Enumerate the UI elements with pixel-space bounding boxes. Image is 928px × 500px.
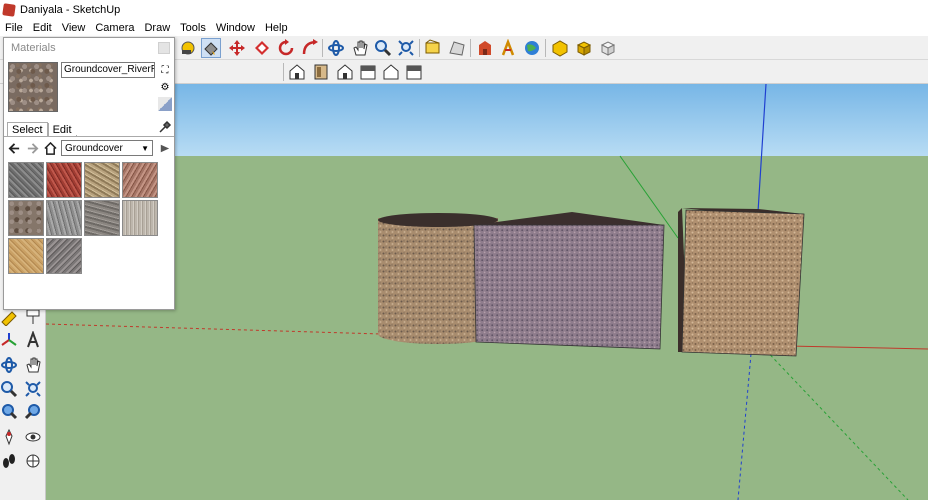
walk-icon[interactable] bbox=[0, 452, 18, 470]
move-icon[interactable] bbox=[227, 38, 247, 58]
menu-view[interactable]: View bbox=[57, 22, 91, 34]
left-view-icon[interactable] bbox=[404, 62, 424, 82]
swatch-gravel-red[interactable] bbox=[46, 162, 82, 198]
section-plane-icon[interactable] bbox=[24, 452, 42, 470]
red-axis-dashed bbox=[46, 323, 382, 335]
tab-edit[interactable]: Edit bbox=[47, 123, 76, 137]
menu-tools[interactable]: Tools bbox=[175, 22, 211, 34]
model-viewport[interactable] bbox=[46, 84, 928, 500]
cube-front[interactable] bbox=[681, 209, 805, 357]
previous-view-icon[interactable] bbox=[0, 402, 18, 420]
swatch-stone-light[interactable] bbox=[122, 200, 158, 236]
title-bar: Daniyala - SketchUp bbox=[0, 0, 928, 20]
look-around-icon[interactable] bbox=[24, 428, 42, 446]
position-camera-icon[interactable] bbox=[0, 428, 18, 446]
menu-draw[interactable]: Draw bbox=[139, 22, 175, 34]
menu-edit[interactable]: Edit bbox=[28, 22, 57, 34]
collection-dropdown[interactable]: Groundcover ▼ bbox=[61, 140, 153, 156]
menu-window[interactable]: Window bbox=[211, 22, 260, 34]
paint-bucket-icon[interactable] bbox=[201, 38, 221, 58]
back-arrow-icon[interactable] bbox=[7, 141, 21, 155]
orbit-icon[interactable] bbox=[326, 38, 346, 58]
menu-file[interactable]: File bbox=[0, 22, 28, 34]
materials-tabs: Select Edit bbox=[7, 120, 88, 137]
materials-panel: Materials Groundcover_RiverRock ⛶ ⚙ Sele… bbox=[3, 37, 175, 310]
share-model-icon[interactable] bbox=[498, 38, 518, 58]
swatch-sand[interactable] bbox=[8, 238, 44, 274]
home-icon[interactable] bbox=[43, 141, 57, 155]
swatch-gravel-mixed[interactable] bbox=[84, 200, 120, 236]
text-tool-icon[interactable] bbox=[24, 308, 42, 326]
scene-canvas bbox=[46, 84, 928, 500]
zoom-icon[interactable] bbox=[373, 38, 393, 58]
swatch-gravel-grey-fine[interactable] bbox=[46, 200, 82, 236]
menu-camera[interactable]: Camera bbox=[90, 22, 139, 34]
back-view-icon[interactable] bbox=[381, 62, 401, 82]
eyedropper-icon[interactable] bbox=[158, 120, 172, 134]
front-view-icon[interactable] bbox=[335, 62, 355, 82]
swatch-gravel-grey[interactable] bbox=[8, 162, 44, 198]
sample-paint-icon[interactable]: ⚙ bbox=[158, 80, 172, 94]
chevron-down-icon: ▼ bbox=[141, 143, 149, 153]
pan-icon[interactable] bbox=[350, 38, 370, 58]
material-name-field[interactable]: Groundcover_RiverRock bbox=[61, 62, 155, 78]
add-location-icon[interactable] bbox=[423, 38, 443, 58]
styles-icon[interactable] bbox=[598, 38, 618, 58]
3d-warehouse-icon[interactable] bbox=[475, 38, 495, 58]
swatch-gravel-pink[interactable] bbox=[122, 162, 158, 198]
top-view-icon[interactable] bbox=[311, 62, 331, 82]
material-swatches bbox=[8, 162, 168, 274]
right-view-icon[interactable] bbox=[358, 62, 378, 82]
pan-side-icon[interactable] bbox=[24, 356, 42, 374]
menu-bar: File Edit View Camera Draw Tools Window … bbox=[0, 20, 928, 36]
red-axis bbox=[787, 345, 928, 350]
sketchup-logo-icon bbox=[2, 3, 16, 17]
extension-warehouse-icon[interactable] bbox=[550, 38, 570, 58]
collection-value: Groundcover bbox=[65, 142, 123, 154]
push-pull-icon[interactable] bbox=[252, 38, 272, 58]
green-axis-dashed bbox=[757, 341, 909, 500]
blue-axis-dashed bbox=[737, 353, 752, 500]
3d-text-icon[interactable] bbox=[24, 331, 42, 349]
forward-arrow-icon[interactable] bbox=[25, 141, 39, 155]
axes-tool-icon[interactable] bbox=[0, 331, 18, 349]
tab-select[interactable]: Select bbox=[7, 122, 48, 137]
materials-header: Materials bbox=[4, 38, 174, 58]
create-material-icon[interactable]: ⛶ bbox=[158, 63, 172, 77]
zoom-side-icon[interactable] bbox=[0, 380, 18, 398]
menu-help[interactable]: Help bbox=[260, 22, 293, 34]
zoom-extents-icon[interactable] bbox=[396, 38, 416, 58]
details-arrow-icon[interactable] bbox=[157, 141, 171, 155]
close-icon[interactable] bbox=[158, 42, 170, 54]
tape-measure-icon[interactable] bbox=[178, 38, 198, 58]
prism-front[interactable] bbox=[473, 224, 665, 350]
tape-tool-icon[interactable] bbox=[0, 308, 18, 326]
materials-nav-row: Groundcover ▼ bbox=[7, 139, 173, 157]
follow-me-icon[interactable] bbox=[300, 38, 320, 58]
next-view-icon[interactable] bbox=[24, 402, 42, 420]
orbit-side-icon[interactable] bbox=[0, 356, 18, 374]
terrain-icon[interactable] bbox=[447, 38, 467, 58]
materials-title: Materials bbox=[11, 42, 56, 54]
default-material-icon[interactable] bbox=[158, 97, 172, 111]
tabs-divider bbox=[4, 136, 174, 137]
window-title: Daniyala - SketchUp bbox=[20, 4, 121, 16]
material-preview bbox=[8, 62, 58, 112]
google-earth-icon[interactable] bbox=[522, 38, 542, 58]
components-icon[interactable] bbox=[574, 38, 594, 58]
zoom-extents-side-icon[interactable] bbox=[24, 380, 42, 398]
swatch-gravel-tan[interactable] bbox=[84, 162, 120, 198]
blue-axis bbox=[757, 84, 767, 213]
swatch-gravel-dark[interactable] bbox=[46, 238, 82, 274]
iso-view-icon[interactable] bbox=[287, 62, 307, 82]
rotate-icon[interactable] bbox=[276, 38, 296, 58]
swatch-river-rock[interactable] bbox=[8, 200, 44, 236]
